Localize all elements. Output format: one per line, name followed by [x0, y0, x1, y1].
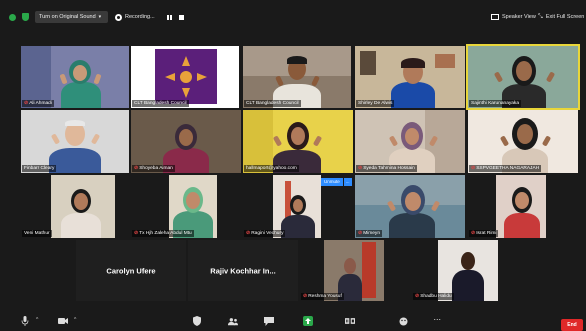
participant-name: CLT Bangladesh Council	[246, 101, 299, 106]
participant-name-tag: ⊘ Tx Hjh Zaleha Abdul Mtu	[132, 230, 194, 237]
mic-muted-icon: ⊘	[358, 165, 363, 171]
participant-name-tag: ⊘ Mimeyn	[356, 230, 382, 237]
mic-muted-icon: ⊘	[24, 100, 29, 106]
mute-button[interactable]	[20, 316, 30, 326]
video-tile[interactable]: ⊘ Shadbu Halidu	[412, 240, 522, 301]
video-tile[interactable]: CLT Bangladesh Council	[243, 46, 351, 108]
participant-name-tag: hallmaport@yahoo.com	[244, 165, 299, 172]
video-tile[interactable]: ⊘ SSPVGEETHA NAGARAJAH	[468, 110, 578, 173]
record-button[interactable]	[345, 316, 355, 326]
more-button[interactable]: ···	[432, 314, 442, 324]
participant-name-tag: ⊘ Ragini Vechury	[244, 230, 286, 237]
participant-name: Mimeyn	[363, 231, 380, 236]
video-options-chevron[interactable]: ^	[74, 317, 76, 323]
more-options-button[interactable]: ...	[343, 178, 352, 186]
participant-name-tag: ⊘ Israt Rimi	[469, 230, 499, 237]
unmute-button[interactable]: Unmute	[321, 178, 343, 186]
participant-name: hallmaport@yahoo.com	[246, 166, 297, 171]
participant-display-name: Rajiv Kochhar In...	[210, 266, 276, 275]
participant-name: Veni Mathur	[24, 231, 50, 236]
reactions-icon	[398, 316, 408, 326]
meeting-controls-bar: ^ ^ ···	[0, 304, 586, 331]
security-shield-icon	[192, 316, 202, 326]
participant-name-tag: ⊘ Shadbu Halidu	[413, 293, 454, 300]
chevron-up-icon: ^	[36, 317, 39, 323]
share-screen-button[interactable]	[303, 316, 313, 326]
gallery-view: ⊘ Ali Ahmadi CLT Bangladesh Council CLT B…	[0, 0, 586, 331]
microphone-icon	[20, 316, 30, 326]
video-tile[interactable]: ⊘ Ali Ahmadi	[21, 46, 129, 108]
video-button[interactable]	[58, 316, 68, 326]
video-tile[interactable]: CLT Bangladesh Council	[131, 46, 239, 108]
reactions-button[interactable]	[398, 316, 408, 326]
video-tile-camera-off[interactable]: Carolyn Ufere	[76, 240, 186, 301]
participant-name: CLT Bangladesh Council	[134, 101, 187, 106]
participant-name-tag: Shirley De Alwis	[356, 100, 395, 107]
end-meeting-button[interactable]: End	[561, 319, 583, 331]
participant-name: Shirley De Alwis	[358, 101, 393, 106]
mic-muted-icon: ⊘	[303, 293, 308, 299]
participant-name-tag: Sajinthi Karunanayaka	[469, 100, 522, 107]
participant-name-tag: Finbarr Cleary	[22, 165, 57, 172]
participant-name: Ali Ahmadi	[29, 101, 52, 106]
security-button[interactable]	[192, 316, 202, 326]
participant-name: Sajinthi Karunanayaka	[471, 101, 520, 106]
mic-muted-icon: ⊘	[134, 165, 139, 171]
participant-name: Syeda Tahmina Hossain	[363, 166, 415, 171]
participant-name-tag: ⊘ SSPVGEETHA NAGARAJAH	[469, 165, 542, 172]
participant-name: Shadbu Halidu	[420, 294, 452, 299]
unmute-popup: Unmute ...	[321, 178, 352, 186]
mic-muted-icon: ⊘	[471, 165, 476, 171]
participant-name-tag: ⊘ Reshma Yousuf	[301, 293, 344, 300]
video-tile-active-speaker[interactable]: Sajinthi Karunanayaka	[466, 44, 580, 110]
participant-name: SSPVGEETHA NAGARAJAH	[476, 166, 540, 171]
mic-muted-icon: ⊘	[415, 293, 420, 299]
video-tile[interactable]: ⊘ Mimeyn	[355, 175, 465, 238]
participant-name-tag: CLT Bangladesh Council	[132, 100, 189, 107]
participant-name: Finbarr Cleary	[24, 166, 55, 171]
participant-name: Reshma Yousuf	[308, 294, 342, 299]
participant-name: Shoyeba Aiman	[139, 166, 173, 171]
chat-button[interactable]	[264, 316, 274, 326]
mic-muted-icon: ⊘	[471, 230, 476, 236]
participant-name-tag: Veni Mathur	[22, 230, 52, 237]
share-screen-icon	[303, 316, 313, 326]
video-tile[interactable]: ⊘ Syeda Tahmina Hossain	[355, 110, 465, 173]
mic-muted-icon: ⊘	[246, 230, 251, 236]
mic-muted-icon: ⊘	[134, 230, 139, 236]
video-tile[interactable]: Finbarr Cleary	[21, 110, 129, 173]
video-tile[interactable]: Veni Mathur	[21, 175, 129, 238]
chevron-up-icon: ^	[74, 317, 77, 323]
video-tile[interactable]: Shirley De Alwis	[355, 46, 465, 108]
chat-bubble-icon	[264, 316, 274, 326]
participant-name: Ragini Vechury	[251, 231, 284, 236]
participant-display-name: Carolyn Ufere	[106, 266, 156, 275]
participants-icon	[228, 316, 238, 326]
video-tile[interactable]: hallmaport@yahoo.com	[243, 110, 353, 173]
video-camera-icon	[58, 316, 68, 326]
video-tile[interactable]: ⊘ Israt Rimi	[468, 175, 578, 238]
mute-options-chevron[interactable]: ^	[36, 317, 38, 323]
participant-name: Israt Rimi	[476, 231, 497, 236]
mic-muted-icon: ⊘	[358, 230, 363, 236]
participant-name-tag: CLT Bangladesh Council	[244, 100, 301, 107]
video-tile[interactable]: ⊘ Reshma Yousuf	[300, 240, 410, 301]
participants-button[interactable]	[228, 316, 238, 326]
clt-logo-image	[155, 49, 217, 104]
more-dots-icon: ···	[433, 314, 441, 324]
participant-name-tag: ⊘ Syeda Tahmina Hossain	[356, 165, 417, 172]
participant-name: Tx Hjh Zaleha Abdul Mtu	[139, 231, 192, 236]
video-tile[interactable]: ⊘ Shoyeba Aiman	[131, 110, 241, 173]
video-tile-camera-off[interactable]: Rajiv Kochhar In...	[188, 240, 298, 301]
pause-stop-recording-icon	[345, 316, 355, 326]
participant-name-tag: ⊘ Ali Ahmadi	[22, 100, 54, 107]
participant-name-tag: ⊘ Shoyeba Aiman	[132, 165, 175, 172]
video-tile[interactable]: ⊘ Tx Hjh Zaleha Abdul Mtu	[131, 175, 241, 238]
